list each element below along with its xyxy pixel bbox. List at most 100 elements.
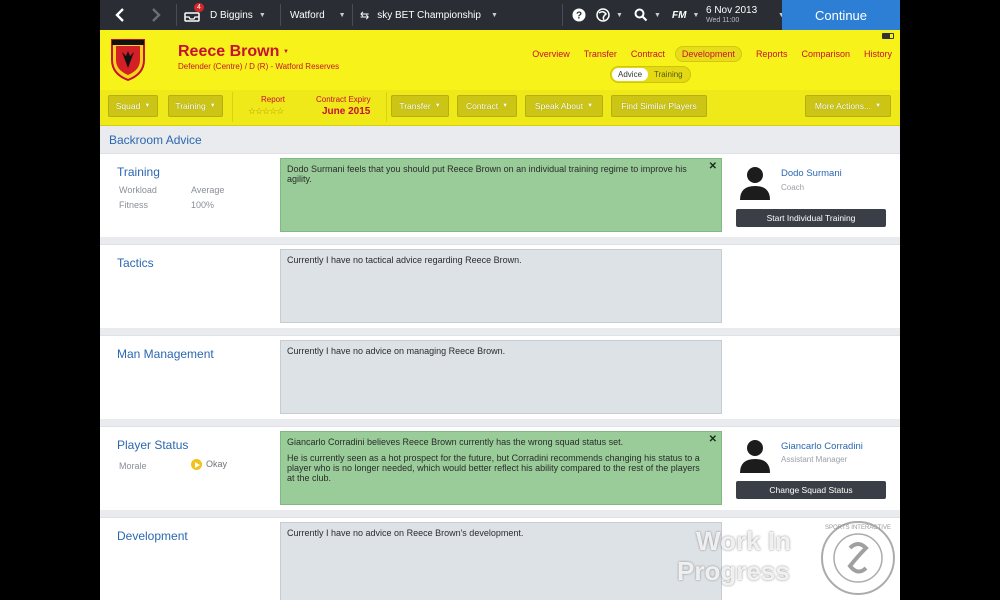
current-date: 6 Nov 2013	[706, 5, 758, 16]
staff-role: Assistant Manager	[781, 455, 848, 464]
tab-contract[interactable]: Contract	[631, 49, 665, 59]
report-stars: ☆☆☆☆☆	[248, 106, 284, 116]
development-subtabs: Advice Training	[610, 66, 691, 83]
competition-menu[interactable]: ⇆ sky BET Championship ▼	[360, 0, 498, 30]
squad-button[interactable]: Squad ▼	[108, 95, 158, 117]
notification-badge: 4	[194, 3, 204, 12]
caret-down-icon: ▼	[616, 11, 623, 19]
player-name: Reece Brown	[178, 43, 280, 60]
advice-text: Currently I have no advice on managing R…	[287, 346, 506, 356]
caret-down-icon: ▼	[502, 103, 509, 109]
tab-reports[interactable]: Reports	[756, 49, 788, 59]
battery-icon	[882, 33, 894, 39]
help-button[interactable]: ?	[572, 0, 586, 30]
current-day-time: Wed 11:00	[706, 17, 740, 24]
workload-label: Workload	[119, 185, 157, 195]
fitness-value: 100%	[191, 200, 215, 210]
speak-about-button[interactable]: Speak About ▼	[525, 95, 603, 117]
row-title[interactable]: Tactics	[117, 256, 154, 270]
staff-avatar-icon[interactable]	[736, 435, 774, 473]
more-actions-button[interactable]: More Actions... ▼	[805, 95, 891, 117]
row-title[interactable]: Development	[117, 529, 188, 543]
tab-overview[interactable]: Overview	[532, 49, 570, 59]
continue-button[interactable]: Continue	[782, 0, 900, 30]
morale-okay-icon	[191, 459, 202, 471]
watermark-line-2: Progress	[677, 556, 790, 586]
club-menu[interactable]: Watford ▼	[290, 0, 346, 30]
advice-box: Currently I have no advice on Reece Brow…	[280, 522, 722, 600]
subtab-advice[interactable]: Advice	[612, 68, 649, 81]
advice-text: Currently I have no tactical advice rega…	[287, 255, 522, 265]
row-title[interactable]: Man Management	[117, 347, 214, 361]
sports-interactive-seal-icon: SPORTS INTERACTIVE	[821, 521, 895, 595]
forward-button[interactable]	[150, 0, 162, 30]
staff-role: Coach	[781, 183, 805, 192]
advice-row-player-status: Player Status Morale Okay Giancarlo Corr…	[100, 426, 900, 510]
morale-label: Morale	[119, 461, 147, 471]
change-squad-status-button[interactable]: Change Squad Status	[736, 481, 886, 499]
player-menu-caret-icon[interactable]: ▼	[283, 49, 289, 55]
staff-name[interactable]: Dodo Surmani	[781, 168, 842, 179]
caret-down-icon: ▼	[490, 11, 498, 19]
back-button[interactable]	[114, 0, 126, 30]
advice-box: Currently I have no advice on managing R…	[280, 340, 722, 414]
player-header: Reece Brown ▼ Defender (Centre) / D (R) …	[100, 30, 900, 90]
tab-development[interactable]: Development	[674, 46, 742, 62]
row-title[interactable]: Player Status	[117, 438, 188, 452]
transfer-label: Transfer	[399, 101, 431, 111]
chevron-left-icon	[115, 8, 124, 22]
row-title[interactable]: Training	[117, 165, 160, 179]
training-button[interactable]: Training ▼	[168, 95, 223, 117]
tab-comparison[interactable]: Comparison	[801, 49, 850, 59]
tab-transfer[interactable]: Transfer	[584, 49, 617, 59]
contract-button[interactable]: Contract ▼	[457, 95, 517, 117]
advice-text: Currently I have no advice on Reece Brow…	[287, 528, 524, 538]
close-icon[interactable]: ✕	[709, 435, 717, 445]
advice-text: Giancarlo Corradini believes Reece Brown…	[287, 437, 624, 447]
watford-crest-icon	[111, 39, 145, 82]
advice-text: Dodo Surmani feels that you should put R…	[287, 164, 687, 184]
advice-text-detail: He is currently seen as a hot prospect f…	[287, 453, 700, 483]
caret-down-icon: ▼	[654, 11, 661, 19]
inbox-button[interactable]: 4	[184, 0, 204, 30]
workload-value: Average	[191, 185, 225, 195]
find-similar-players-button[interactable]: Find Similar Players	[611, 95, 707, 117]
staff-avatar-icon[interactable]	[736, 162, 774, 200]
svg-text:?: ?	[576, 11, 582, 22]
app-window: 4 D Biggins ▼ Watford ▼ ⇆ sky BET Champion…	[100, 0, 900, 600]
close-icon[interactable]: ✕	[709, 162, 717, 172]
caret-down-icon: ▼	[258, 11, 266, 19]
caret-down-icon: ▼	[875, 103, 882, 109]
globe-icon	[596, 8, 610, 22]
advice-box: Dodo Surmani feels that you should put R…	[280, 158, 722, 232]
tab-history[interactable]: History	[864, 49, 892, 59]
competition-name: sky BET Championship	[377, 9, 481, 21]
contract-label: Contract	[465, 101, 499, 111]
seal-text: SPORTS INTERACTIVE	[825, 525, 891, 531]
morale-value: Okay	[191, 459, 228, 471]
chevron-right-icon	[152, 8, 161, 22]
caret-down-icon: ▼	[692, 11, 700, 19]
game-date: 6 Nov 2013 Wed 11:00	[706, 0, 757, 30]
more-actions-label: More Actions...	[814, 101, 872, 111]
contract-expiry-label: Contract Expiry	[316, 95, 371, 104]
advice-row-training: Training Workload Average Fitness 100% D…	[100, 153, 900, 237]
caret-down-icon: ▼	[587, 103, 594, 109]
advice-box: Giancarlo Corradini believes Reece Brown…	[280, 431, 722, 505]
player-position: Defender (Centre) / D (R) - Watford Rese…	[178, 62, 340, 71]
staff-name[interactable]: Giancarlo Corradini	[781, 441, 863, 452]
report-label: Report	[261, 95, 286, 104]
search-button[interactable]: ▼	[634, 0, 661, 30]
watermark-line-1: Work In	[696, 526, 791, 556]
caret-down-icon: ▼	[144, 103, 151, 109]
swap-icon: ⇆	[360, 9, 370, 22]
morale-value-text: Okay	[206, 459, 228, 469]
transfer-button[interactable]: Transfer ▼	[391, 95, 449, 117]
training-label: Training	[175, 101, 206, 111]
search-icon	[634, 8, 648, 22]
start-individual-training-button[interactable]: Start Individual Training	[736, 209, 886, 227]
subtab-training[interactable]: Training	[648, 68, 689, 81]
manager-menu[interactable]: D Biggins ▼	[210, 0, 266, 30]
world-menu[interactable]: ▼	[596, 0, 623, 30]
fm-menu[interactable]: FM ▼	[672, 0, 699, 30]
